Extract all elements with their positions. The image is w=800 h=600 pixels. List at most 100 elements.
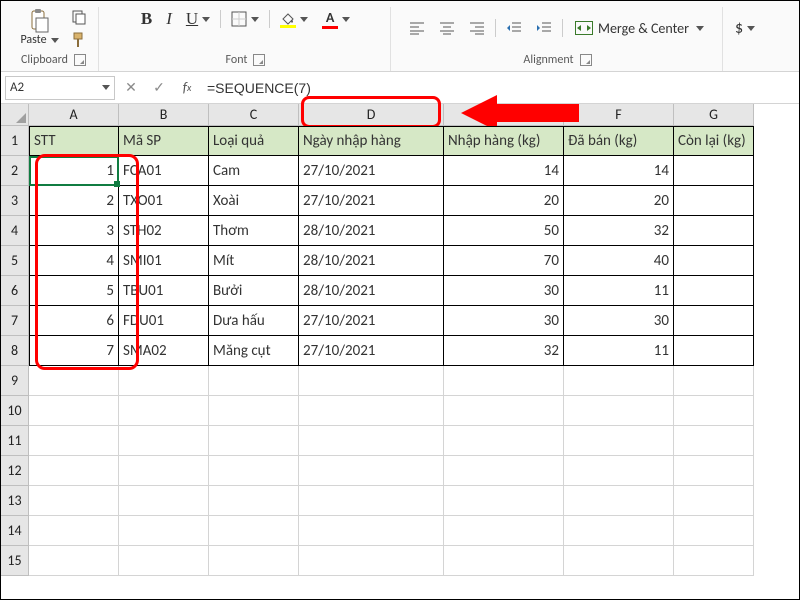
cell[interactable]: 14 [444,156,564,186]
cell[interactable]: 28/10/2021 [299,246,444,276]
align-right-button[interactable] [465,19,489,37]
decrease-indent-button[interactable] [502,19,526,37]
cell[interactable]: Xoài [209,186,299,216]
cell[interactable] [444,546,564,576]
cell[interactable] [299,456,444,486]
cell[interactable]: TXO01 [119,186,209,216]
cell[interactable]: 28/10/2021 [299,276,444,306]
cell[interactable] [119,396,209,426]
bold-button[interactable]: B [137,7,156,31]
column-header-C[interactable]: C [209,104,299,126]
fill-color-button[interactable] [276,9,312,30]
cell[interactable]: Cam [209,156,299,186]
cell[interactable] [209,396,299,426]
cell[interactable]: SMI01 [119,246,209,276]
fx-button[interactable]: fx [175,76,199,100]
cell[interactable] [299,516,444,546]
italic-button[interactable]: I [162,7,176,31]
cell[interactable] [674,516,754,546]
cell[interactable] [564,456,674,486]
merge-center-button[interactable]: Merge & Center [569,18,710,39]
cell[interactable] [119,516,209,546]
cell[interactable]: Thơm [209,216,299,246]
select-all-corner[interactable] [1,104,29,126]
cell[interactable]: SMA02 [119,336,209,366]
cell[interactable] [29,426,119,456]
cell[interactable]: Dưa hấu [209,306,299,336]
cell[interactable]: 2 [29,186,119,216]
cell[interactable] [119,366,209,396]
font-dialog-launcher[interactable] [253,54,265,66]
cell[interactable] [674,246,754,276]
cell[interactable]: Mít [209,246,299,276]
cell[interactable] [299,426,444,456]
cell[interactable] [564,486,674,516]
cell[interactable] [564,366,674,396]
cell[interactable] [209,366,299,396]
cell[interactable] [119,456,209,486]
column-header-G[interactable]: G [674,104,754,126]
cancel-formula-button[interactable]: ✕ [119,76,143,100]
cell[interactable]: STT [29,126,119,156]
cell[interactable]: Măng cụt [209,336,299,366]
cell[interactable] [674,156,754,186]
cell[interactable]: 5 [29,276,119,306]
cell[interactable]: 4 [29,246,119,276]
row-header-8[interactable]: 8 [1,336,29,366]
cell[interactable] [444,396,564,426]
row-header-4[interactable]: 4 [1,216,29,246]
cell[interactable]: Ngày nhập hàng [299,126,444,156]
row-header-6[interactable]: 6 [1,276,29,306]
cell[interactable]: STH02 [119,216,209,246]
cell[interactable]: Bưởi [209,276,299,306]
cell[interactable]: 14 [564,156,674,186]
column-header-A[interactable]: A [29,104,119,126]
cell[interactable] [209,456,299,486]
paste-button[interactable]: Paste [16,9,62,47]
row-header-15[interactable]: 15 [1,546,29,576]
cell[interactable] [299,546,444,576]
align-center-button[interactable] [435,19,459,37]
cell[interactable] [299,366,444,396]
cell[interactable]: 27/10/2021 [299,306,444,336]
cell[interactable]: Đã bán (kg) [564,126,674,156]
cell[interactable] [209,486,299,516]
cell-grid[interactable]: STTMã SPLoại quảNgày nhập hàngNhập hàng … [29,126,754,576]
cell[interactable] [564,546,674,576]
cell[interactable]: 40 [564,246,674,276]
cell[interactable]: 1 [29,156,119,186]
cell[interactable]: 30 [444,276,564,306]
cell[interactable] [674,546,754,576]
alignment-dialog-launcher[interactable] [580,54,592,66]
format-painter-button[interactable] [67,30,91,50]
cell[interactable] [299,396,444,426]
cell[interactable]: 7 [29,336,119,366]
cell[interactable]: FDU01 [119,306,209,336]
cell[interactable]: 30 [564,306,674,336]
row-header-5[interactable]: 5 [1,246,29,276]
cell[interactable] [564,396,674,426]
cell[interactable] [444,456,564,486]
row-header-12[interactable]: 12 [1,456,29,486]
cell[interactable]: 27/10/2021 [299,336,444,366]
cell[interactable] [119,426,209,456]
cell[interactable] [674,216,754,246]
cell[interactable] [444,486,564,516]
cell[interactable] [119,486,209,516]
formula-input[interactable] [203,76,795,100]
cell[interactable]: 20 [444,186,564,216]
cell[interactable] [674,456,754,486]
cell[interactable]: 32 [564,216,674,246]
cell[interactable]: 32 [444,336,564,366]
clipboard-dialog-launcher[interactable] [74,54,86,66]
cell[interactable]: 3 [29,216,119,246]
column-header-F[interactable]: F [564,104,674,126]
currency-button[interactable]: $ [731,17,759,40]
cell[interactable] [674,306,754,336]
name-box[interactable]: A2 [5,76,115,100]
row-header-9[interactable]: 9 [1,366,29,396]
cell[interactable] [209,546,299,576]
align-left-button[interactable] [405,19,429,37]
cell[interactable] [674,336,754,366]
cell[interactable] [444,516,564,546]
